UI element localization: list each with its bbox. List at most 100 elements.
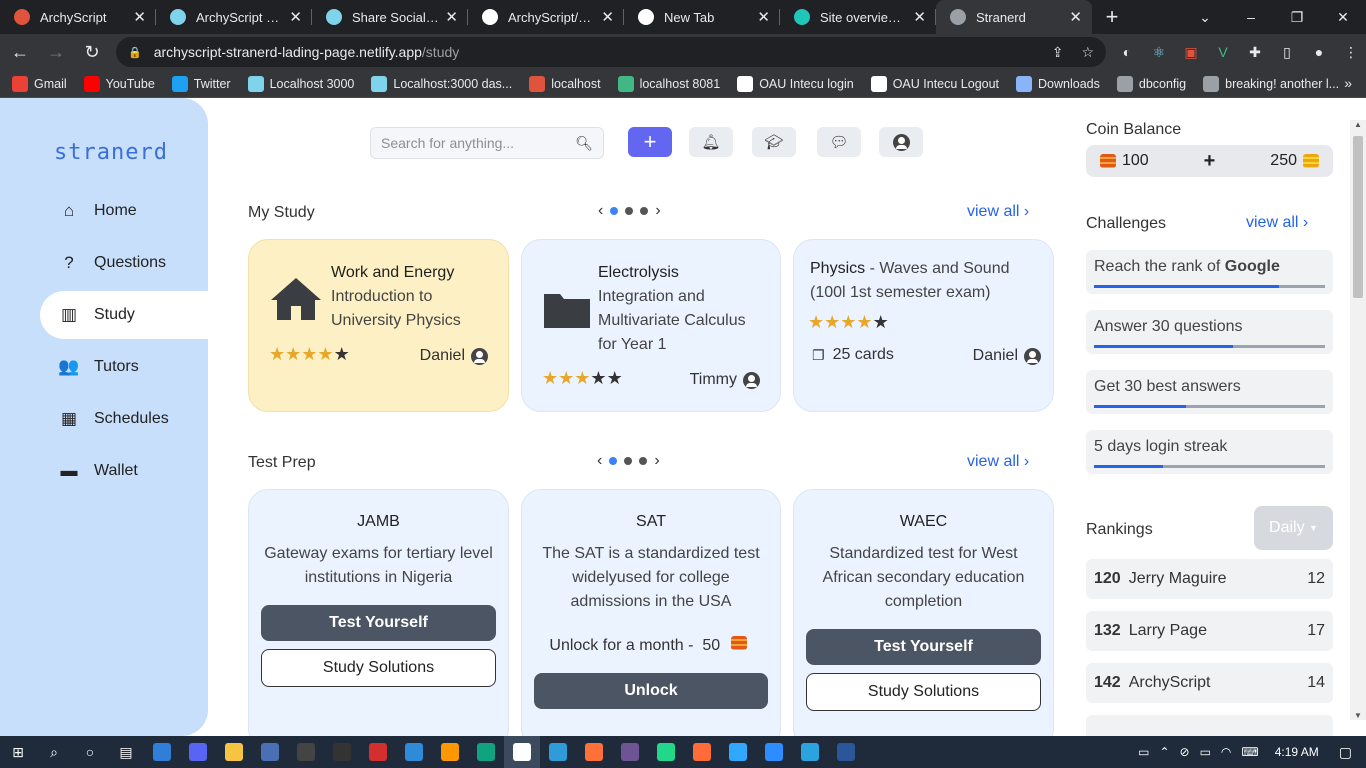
more-bookmarks-icon[interactable]: » (1344, 75, 1352, 91)
test-yourself-button[interactable]: Test Yourself (261, 605, 496, 641)
nav-item-schedules[interactable]: ▦ Schedules (40, 395, 208, 443)
restore-icon[interactable]: ❐ (1274, 0, 1320, 34)
tab-close-icon[interactable]: ✕ (289, 8, 302, 26)
chevron-right-icon[interactable]: › (654, 452, 659, 470)
virtualbox-icon[interactable] (144, 736, 180, 768)
vscode-icon[interactable] (396, 736, 432, 768)
scroll-down-icon[interactable]: ▼ (1350, 711, 1366, 720)
minimize-icon[interactable]: – (1228, 0, 1274, 34)
bookmark-item[interactable]: Localhost 3000 (247, 75, 354, 92)
clock[interactable]: 4:19 AM (1275, 745, 1319, 759)
r-studio-icon[interactable] (252, 736, 288, 768)
bookmark-item[interactable]: Gmail (12, 75, 67, 92)
challenge-item[interactable]: 5 days login streak (1086, 430, 1333, 474)
challenges-view-all[interactable]: view all › (1246, 214, 1308, 232)
ranking-row[interactable]: 142 ArchyScript 14 (1086, 663, 1333, 703)
edge-icon[interactable] (540, 736, 576, 768)
firefox-icon[interactable] (576, 736, 612, 768)
tab-close-icon[interactable]: ✕ (757, 8, 770, 26)
tab-close-icon[interactable]: ✕ (445, 8, 458, 26)
browser-tab[interactable]: Share Social - Se ✕ (312, 0, 468, 34)
keyboard-icon[interactable]: ⌨ (1241, 745, 1258, 759)
pycharm-icon[interactable] (648, 736, 684, 768)
word-icon[interactable] (828, 736, 864, 768)
nav-item-tutors[interactable]: 👥 Tutors (40, 343, 208, 391)
bookmark-item[interactable]: dbconfig (1116, 75, 1186, 92)
acrobat-icon[interactable] (360, 736, 396, 768)
challenge-item[interactable]: Get 30 best answers (1086, 370, 1333, 414)
bookmark-star-icon[interactable]: ☆ (1081, 44, 1094, 61)
test-yourself-button[interactable]: Test Yourself (806, 629, 1041, 665)
menu-kebab-icon[interactable]: ⋮ (1340, 41, 1362, 63)
bookmark-item[interactable]: OAU Intecu login (737, 75, 854, 92)
chevron-right-icon[interactable]: › (655, 202, 660, 220)
challenge-item[interactable]: Answer 30 questions (1086, 310, 1333, 354)
challenge-item[interactable]: Reach the rank of Google (1086, 250, 1333, 294)
logo[interactable]: stranerd (54, 140, 168, 165)
ranking-row[interactable]: 132 Larry Page 17 (1086, 611, 1333, 651)
search-box[interactable]: 🔍︎ (370, 127, 604, 159)
wifi-icon[interactable]: ◠ (1221, 745, 1231, 759)
forward-icon[interactable]: → (40, 36, 72, 68)
calculator-icon[interactable] (324, 736, 360, 768)
reload-icon[interactable]: ↻ (76, 36, 108, 68)
tab-search-icon[interactable]: ⌄ (1182, 0, 1228, 34)
lock-icon[interactable]: 🔒 (128, 46, 142, 59)
file-explorer-icon[interactable] (216, 736, 252, 768)
study-card[interactable]: Electrolysis Integration and Multivariat… (521, 239, 781, 412)
chatgpt-icon[interactable] (468, 736, 504, 768)
carousel-dot[interactable] (610, 207, 619, 215)
scroll-up-icon[interactable]: ▲ (1350, 120, 1366, 129)
address-bar[interactable]: 🔒 archyscript-stranerd-lading-page.netli… (116, 37, 1106, 67)
unlock-button[interactable]: Unlock (534, 673, 768, 709)
scrollbar-thumb[interactable] (1353, 136, 1363, 298)
nav-item-home[interactable]: ⌂ Home (40, 187, 208, 235)
carousel-dot[interactable] (624, 457, 633, 465)
photoshop-icon[interactable] (720, 736, 756, 768)
browser-tab[interactable]: New Tab ✕ (624, 0, 780, 34)
notifications-icon[interactable]: ▢ (1339, 744, 1352, 761)
vue-devtools-icon[interactable]: V (1212, 41, 1234, 63)
rankings-period-dropdown[interactable]: Daily ▼ (1254, 506, 1333, 550)
chat-icon[interactable]: 💬︎ (817, 127, 861, 157)
browser-tab[interactable]: ArchyScript/stran ✕ (468, 0, 624, 34)
telegram-icon[interactable] (792, 736, 828, 768)
nav-item-questions[interactable]: ? Questions (40, 239, 208, 287)
nav-item-study[interactable]: ▥ Study (40, 291, 208, 339)
keyboard-layout-icon[interactable]: ▭ (1138, 745, 1149, 759)
cortana-icon[interactable]: ○ (72, 736, 108, 768)
search-input[interactable] (381, 135, 576, 151)
terminal-icon[interactable] (288, 736, 324, 768)
bell-icon[interactable]: 🔔︎ (689, 127, 733, 157)
bookmark-item[interactable]: Twitter (171, 75, 231, 92)
study-solutions-button[interactable]: Study Solutions (261, 649, 496, 687)
bookmark-item[interactable]: OAU Intecu Logout (870, 75, 999, 92)
browser-tab[interactable]: ArchyScript Portfolio ✕ (156, 0, 312, 34)
carousel-dot[interactable] (609, 457, 618, 465)
add-button[interactable]: + (628, 127, 672, 157)
chrome-icon[interactable] (504, 736, 540, 768)
sublime-icon[interactable] (432, 736, 468, 768)
carousel-dot[interactable] (640, 207, 649, 215)
account-icon[interactable] (879, 127, 923, 157)
add-coins-icon[interactable]: + (1204, 150, 1216, 173)
network-icon[interactable]: ⊘ (1180, 745, 1190, 759)
bookmark-item[interactable]: localhost 8081 (617, 75, 720, 92)
tab-close-icon[interactable]: ✕ (1069, 8, 1082, 26)
test-prep-view-all[interactable]: view all › (967, 453, 1029, 471)
github-desktop-icon[interactable] (612, 736, 648, 768)
bookmark-item[interactable]: Localhost:3000 das... (371, 75, 512, 92)
discord-icon[interactable] (180, 736, 216, 768)
search-icon[interactable]: 🔍︎ (575, 135, 593, 152)
ranking-row[interactable]: 120 Jerry Maguire 12 (1086, 559, 1333, 599)
task-view-icon[interactable]: ▤ (108, 736, 144, 768)
profile-extension-icon[interactable]: ◐ (1116, 41, 1138, 63)
study-card[interactable]: Work and Energy Introduction to Universi… (248, 239, 509, 412)
nav-item-wallet[interactable]: ▬ Wallet (40, 447, 208, 495)
side-panel-icon[interactable]: ▯ (1276, 41, 1298, 63)
close-window-icon[interactable]: ✕ (1320, 0, 1366, 34)
browser-tab[interactable]: Stranerd ✕ (936, 0, 1092, 34)
zoom-icon[interactable] (756, 736, 792, 768)
study-solutions-button[interactable]: Study Solutions (806, 673, 1041, 711)
tab-close-icon[interactable]: ✕ (913, 8, 926, 26)
